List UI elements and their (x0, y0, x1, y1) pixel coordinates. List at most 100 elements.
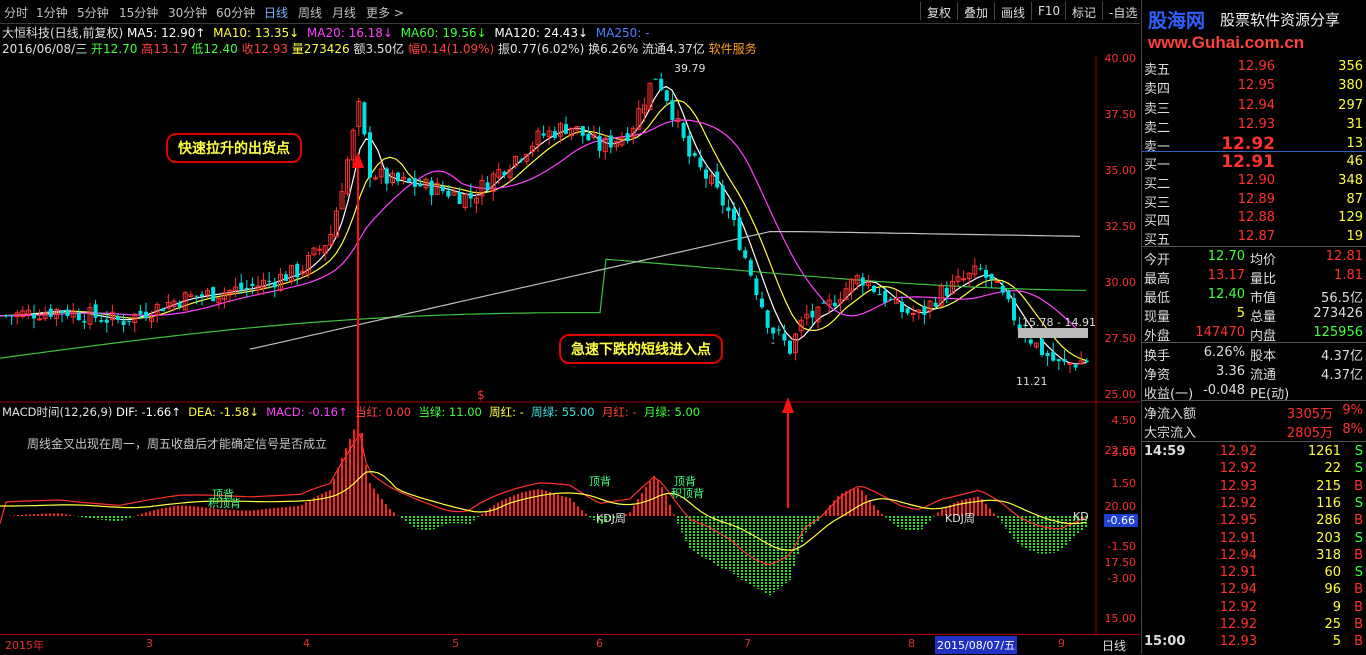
candle-body (664, 90, 669, 101)
stat-label: 内盘 (1250, 329, 1277, 344)
stat-value: 273426 (1313, 306, 1363, 321)
candle-body (138, 310, 143, 315)
candle-body (541, 133, 546, 136)
tick-price: 12.92 (1219, 461, 1257, 477)
candle-body (440, 186, 445, 192)
candle-body (989, 273, 994, 280)
candle-body (564, 124, 568, 134)
tick-volume: 116 (1316, 495, 1341, 511)
stat-value: 3.36 (1216, 364, 1245, 379)
candle-body (144, 311, 148, 319)
tick-side: S (1354, 495, 1363, 511)
candle-body (978, 268, 983, 270)
stat-label: 量比 (1250, 272, 1277, 287)
stat-label: 收益(一) (1144, 387, 1194, 402)
candle-body (597, 135, 602, 151)
stat-label: 流通 (1250, 368, 1277, 383)
candle-body (116, 316, 120, 320)
ask-level-row[interactable]: 卖五 12.96 356 (1142, 58, 1366, 78)
tick-row: 12.91 60 S (1142, 564, 1366, 583)
candle-body (765, 310, 770, 328)
candle-body (244, 287, 249, 289)
stats-row: 最低 12.40 市值 56.5亿 (1142, 286, 1366, 306)
tick-row: 12.94 96 B (1142, 581, 1366, 600)
tick-side: S (1354, 565, 1363, 581)
price-tick-label: 40.00 (1104, 52, 1137, 65)
stat-value: 12.81 (1325, 249, 1363, 264)
fundamentals-row: 净资 3.36 流通 4.37亿 (1142, 363, 1366, 383)
month-green-value: 月绿: 5.00 (643, 405, 701, 419)
bid-level-row[interactable]: 买四 12.88 129 (1142, 209, 1366, 229)
date-label-2015: 2015年 (5, 639, 44, 652)
bid-level-row[interactable]: 买五 12.87 19 (1142, 228, 1366, 248)
macd-tick-label: -1.50 (1107, 540, 1136, 553)
ask-level-row[interactable]: 卖四 12.95 380 (1142, 77, 1366, 97)
tick-time: 14:59 (1144, 444, 1186, 459)
fundamentals-row: 收益(一) -0.048 PE(动) (1142, 382, 1366, 402)
tick-row: 12.92 116 S (1142, 495, 1366, 514)
candle-body (267, 280, 272, 282)
candle-body (1062, 359, 1067, 362)
level-price: 12.95 (1237, 78, 1275, 94)
stat-label: 最低 (1144, 291, 1171, 306)
stat-label: 股本 (1250, 349, 1277, 364)
bid-level-row[interactable]: 买二 12.90 348 (1142, 172, 1366, 192)
site-banner: 股海网 股票软件资源分享 www.Guhai.com.cn (1146, 6, 1363, 56)
dollar-marker: $ (477, 388, 485, 402)
ask-level-row[interactable]: 卖三 12.94 297 (1142, 97, 1366, 117)
candle-body (872, 285, 876, 292)
candle-body (211, 287, 216, 302)
candle-body (704, 169, 708, 179)
tick-volume: 5 (1332, 634, 1341, 650)
candle-body (748, 260, 753, 276)
candle-body (944, 287, 949, 296)
stat-label: 市值 (1250, 291, 1277, 306)
price-tick-label: 27.50 (1104, 332, 1137, 345)
candle-body (552, 130, 557, 138)
candle-body (922, 306, 927, 315)
price-tick-label: 25.00 (1104, 388, 1137, 401)
kline-chart[interactable] (0, 0, 1140, 654)
candle-body (698, 157, 703, 168)
callout-entry-point: 急速下跌的短线进入点 (559, 334, 723, 364)
peak-price-label: 39.79 (674, 62, 706, 75)
stat-label: 今开 (1144, 253, 1171, 268)
ask-level-row[interactable]: 卖二 12.93 31 (1142, 116, 1366, 136)
tick-row: 15:00 12.93 5 B (1142, 633, 1366, 652)
candle-body (457, 192, 462, 205)
date-label-5: 5 (452, 637, 459, 650)
tick-side: S (1354, 461, 1363, 477)
tick-volume: 60 (1324, 565, 1341, 581)
tick-price: 12.94 (1219, 547, 1257, 563)
stat-value: 56.5亿 (1321, 291, 1363, 306)
level-price: 12.91 (1221, 152, 1275, 172)
level-volume: 19 (1346, 229, 1363, 245)
candle-body (407, 178, 412, 182)
candle-body (65, 309, 70, 317)
stat-value: 6.26% (1203, 345, 1245, 360)
candle-body (687, 135, 692, 157)
candle-body (76, 313, 81, 321)
tick-volume: 1261 (1307, 444, 1341, 459)
level-volume: 348 (1338, 172, 1363, 188)
dea-value: DEA: -1.58↓ (188, 405, 259, 419)
candle-body (905, 308, 910, 314)
tick-price: 12.92 (1219, 617, 1257, 632)
bid-level-row[interactable]: 买一 12.91 46 (1142, 152, 1366, 173)
level-label: 买二 (1144, 176, 1171, 192)
macd-tick-label: 1.50 (1111, 477, 1137, 490)
tick-row: 14:59 12.92 1261 S (1142, 443, 1366, 462)
candle-body (1073, 364, 1078, 368)
range-box (1018, 328, 1088, 338)
quote-panel: 股海网 股票软件资源分享 www.Guhai.com.cn 卖五 12.96 356… (1141, 0, 1366, 654)
tick-side: B (1354, 513, 1363, 529)
candle-body (754, 278, 759, 296)
bid-level-row[interactable]: 买三 12.89 87 (1142, 191, 1366, 211)
date-label-3: 3 (146, 637, 153, 650)
candle-body (32, 314, 36, 319)
level-price: 12.88 (1237, 210, 1275, 226)
month-red-value: 月红: - (601, 405, 637, 419)
candle-body (653, 78, 658, 80)
cur-red-value: 当红: 0.00 (354, 405, 412, 419)
candle-body (368, 132, 372, 178)
